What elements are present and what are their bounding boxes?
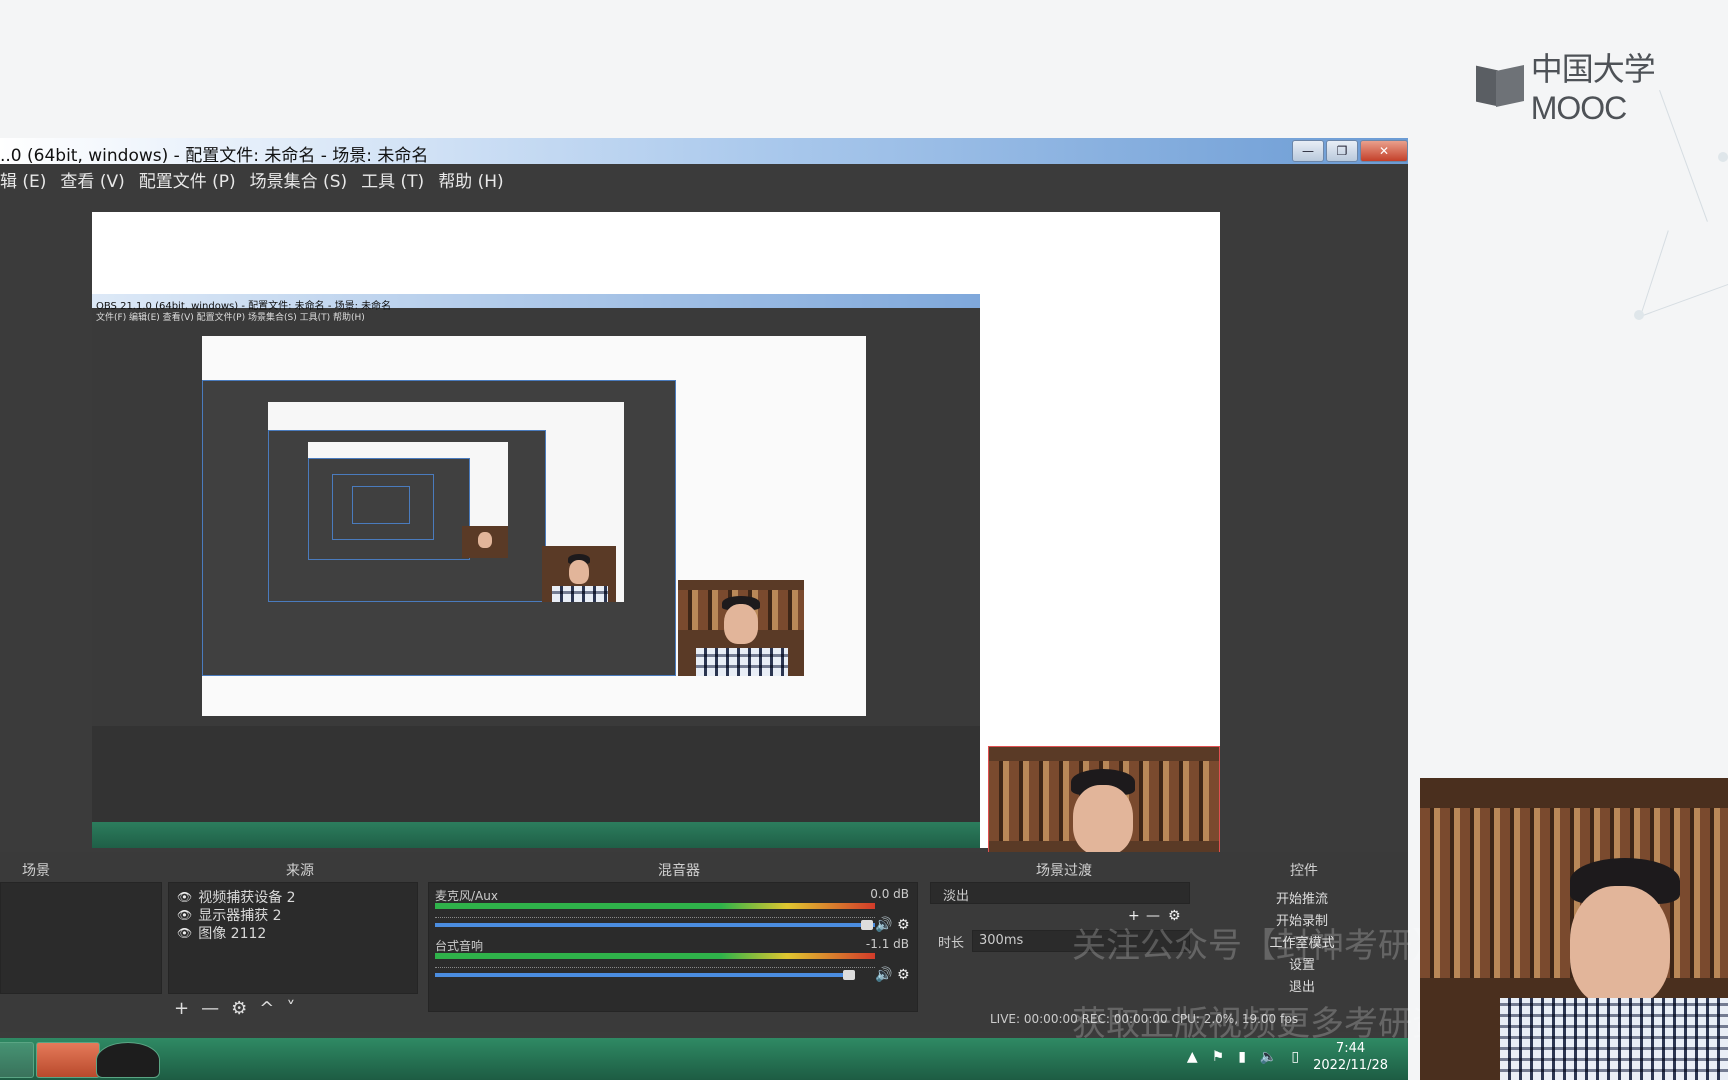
- volume-slider-knob[interactable]: [861, 920, 873, 930]
- menu-edit[interactable]: 辑 (E): [0, 167, 46, 192]
- menu-view[interactable]: 查看 (V): [60, 167, 124, 192]
- source-label: 图像 2112: [198, 926, 267, 942]
- source-label: 视频捕获设备 2: [198, 890, 296, 906]
- scenes-header: 场景: [22, 863, 50, 879]
- mixer-panel: 麦克风/Aux 0.0 dB 🔊 ⚙ 台式音响 -1.1 dB 🔊 ⚙: [428, 882, 918, 1012]
- sources-toolbar: + — ⚙ ^ ˅: [174, 998, 295, 1019]
- source-item[interactable]: 👁 显示器捕获 2: [177, 905, 282, 925]
- source-item[interactable]: 👁 视频捕获设备 2: [177, 887, 296, 907]
- mooc-brand-text: 中国大学MOOC: [1530, 51, 1656, 126]
- remove-source-button[interactable]: —: [201, 998, 219, 1019]
- nested-webcam-3: [462, 526, 508, 558]
- menu-bar: 辑 (E) 查看 (V) 配置文件 (P) 场景集合 (S) 工具 (T) 帮助…: [0, 164, 1408, 194]
- volume-slider-knob[interactable]: [843, 970, 855, 980]
- maximize-button[interactable]: ❐: [1326, 140, 1358, 162]
- gear-icon[interactable]: ⚙: [897, 917, 910, 933]
- gear-icon[interactable]: ⚙: [897, 967, 910, 983]
- duration-value: 300ms: [979, 933, 1024, 948]
- mixer-channel-name: 台式音响: [435, 939, 484, 953]
- source-settings-button[interactable]: ⚙: [231, 998, 247, 1019]
- nested-menu-bar: 文件(F) 编辑(E) 查看(V) 配置文件(P) 场景集合(S) 工具(T) …: [96, 313, 365, 323]
- eye-icon[interactable]: 👁: [177, 908, 192, 922]
- presenter-video: [1420, 778, 1728, 1080]
- sources-list[interactable]: 👁 视频捕获设备 2 👁 显示器捕获 2 👁 图像 2112: [168, 882, 418, 994]
- menu-tools[interactable]: 工具 (T): [361, 167, 424, 192]
- mooc-book-icon: [1476, 64, 1524, 108]
- powerpoint-taskbar-button[interactable]: [36, 1042, 100, 1078]
- mixer-channel-name: 麦克风/Aux: [435, 889, 498, 903]
- start-streaming-button[interactable]: 开始推流: [1196, 888, 1408, 907]
- eye-icon[interactable]: 👁: [177, 890, 192, 904]
- exit-button[interactable]: 退出: [1196, 976, 1408, 995]
- clock-date: 2022/11/28: [1313, 1058, 1388, 1073]
- title-bar[interactable]: ..0 (64bit, windows) - 配置文件: 未命名 - 场景: 未…: [0, 138, 1408, 166]
- transitions-header: 场景过渡: [1036, 863, 1092, 879]
- nested-taskbar: [92, 822, 980, 848]
- mixer-channel-db: 0.0 dB: [870, 887, 909, 901]
- obs-taskbar-button[interactable]: [96, 1042, 160, 1078]
- tray-expand-icon[interactable]: ▲: [1187, 1049, 1198, 1065]
- preview-canvas[interactable]: OBS 21.1.0 (64bit, windows) - 配置文件: 未命名 …: [92, 212, 1220, 908]
- sources-header: 来源: [286, 863, 314, 879]
- watermark-text: 获取正版视频更多考研资料: [1072, 1004, 1480, 1044]
- nested-title-bar: OBS 21.1.0 (64bit, windows) - 配置文件: 未命名 …: [92, 294, 980, 312]
- transition-type: 淡出: [943, 889, 970, 904]
- mixer-channel-db: -1.1 dB: [865, 937, 909, 951]
- source-label: 显示器捕获 2: [198, 908, 282, 924]
- move-down-button[interactable]: ˅: [286, 998, 295, 1019]
- battery-icon[interactable]: ▯: [1291, 1049, 1299, 1065]
- add-source-button[interactable]: +: [174, 998, 189, 1019]
- speaker-icon[interactable]: 🔊: [875, 917, 892, 933]
- nested-docks: [92, 726, 980, 822]
- speaker-icon[interactable]: 🔊: [875, 967, 892, 983]
- source-item[interactable]: 👁 图像 2112: [177, 923, 266, 943]
- volume-slider[interactable]: [435, 923, 875, 927]
- volume-icon[interactable]: 🔈: [1260, 1049, 1277, 1065]
- minimize-button[interactable]: —: [1292, 140, 1324, 162]
- duration-label: 时长: [938, 936, 965, 951]
- explorer-taskbar-button[interactable]: [0, 1042, 34, 1078]
- menu-help[interactable]: 帮助 (H): [438, 167, 503, 192]
- menu-profile[interactable]: 配置文件 (P): [139, 167, 236, 192]
- mixer-header: 混音器: [658, 863, 700, 879]
- network-icon[interactable]: ▮: [1238, 1049, 1246, 1065]
- system-tray: ▲ ⚑ ▮ 🔈 ▯ 7:44 2022/11/28: [1187, 1040, 1388, 1074]
- volume-slider[interactable]: [435, 973, 855, 977]
- menu-scene-collection[interactable]: 场景集合 (S): [250, 167, 347, 192]
- nested-obs-capture: OBS 21.1.0 (64bit, windows) - 配置文件: 未命名 …: [92, 294, 980, 848]
- scenes-list[interactable]: [0, 882, 162, 994]
- watermark-text: 关注公众号【封神考研】: [1072, 926, 1446, 966]
- nested-webcam-2: [542, 546, 616, 602]
- window-title: ..0 (64bit, windows) - 配置文件: 未命名 - 场景: 未…: [0, 146, 429, 166]
- obs-window: ..0 (64bit, windows) - 配置文件: 未命名 - 场景: 未…: [0, 138, 1480, 1080]
- nested-webcam-1: [678, 580, 804, 676]
- mooc-logo: 中国大学MOOC: [1476, 44, 1728, 127]
- move-up-button[interactable]: ^: [259, 998, 274, 1019]
- taskbar-clock[interactable]: 7:44 2022/11/28: [1313, 1040, 1388, 1074]
- action-center-flag-icon[interactable]: ⚑: [1212, 1049, 1225, 1065]
- transition-select[interactable]: 淡出: [930, 882, 1190, 904]
- eye-icon[interactable]: 👁: [177, 926, 192, 940]
- controls-header: 控件: [1290, 863, 1318, 879]
- close-button[interactable]: ✕: [1360, 140, 1408, 162]
- nested-preview: [202, 336, 866, 716]
